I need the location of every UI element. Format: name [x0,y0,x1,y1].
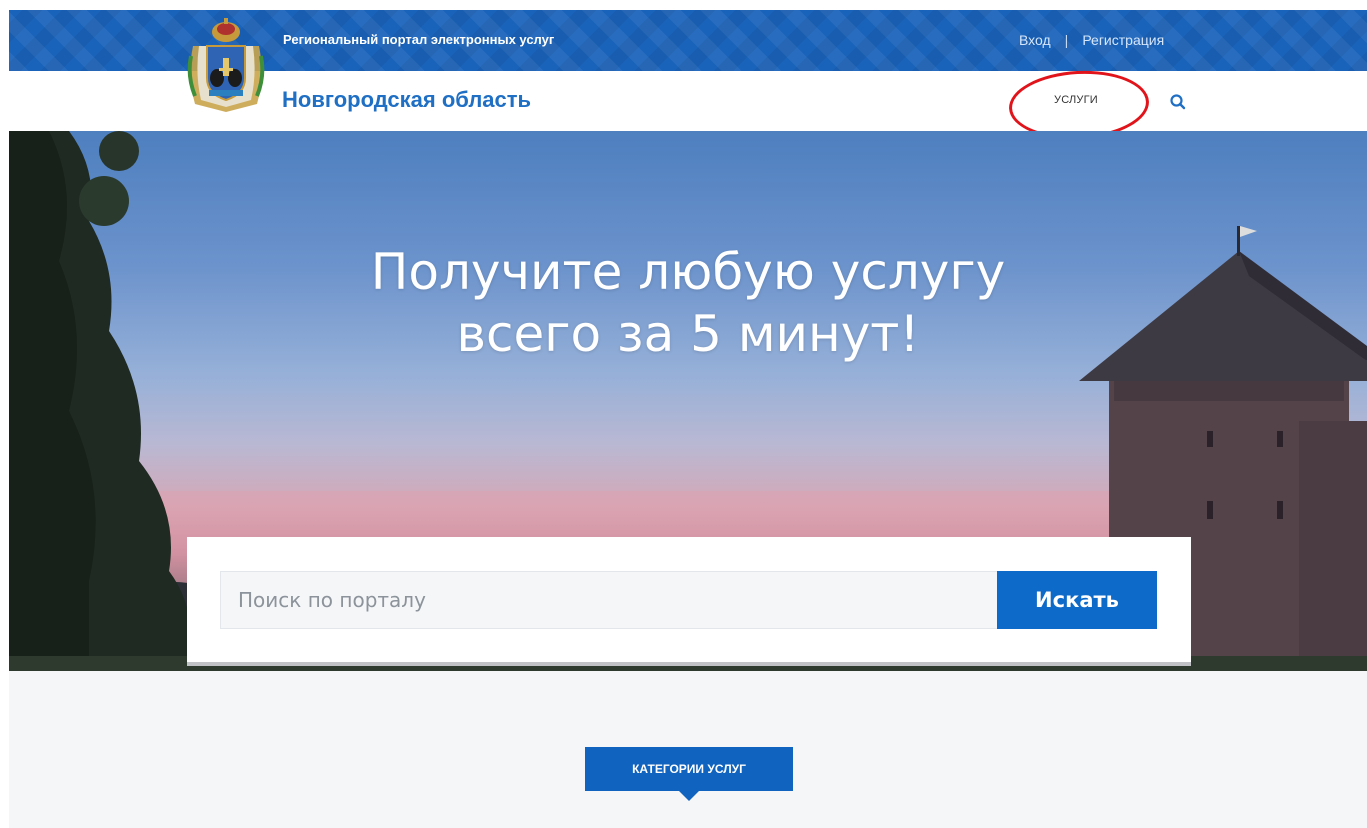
hero-banner: Получите любую услугу всего за 5 минут! … [9,131,1367,671]
hero-headline: Получите любую услугу всего за 5 минут! [9,241,1367,365]
portal-name: Региональный портал электронных услуг [283,32,555,47]
search-icon[interactable] [1169,93,1187,111]
coat-of-arms-logo[interactable] [185,16,267,114]
portal-search-input[interactable]: Поиск по порталу [220,571,998,629]
portal-page: Региональный портал электронных услуг Вх… [9,10,1367,828]
auth-separator: | [1064,32,1069,48]
login-link[interactable]: Вход [1019,32,1051,48]
search-panel: Поиск по порталу Искать [187,537,1191,662]
search-button[interactable]: Искать [997,571,1157,629]
nav-services-link[interactable]: УСЛУГИ [1054,94,1098,106]
hero-headline-line2: всего за 5 минут! [456,305,920,363]
service-categories-tab[interactable]: КАТЕГОРИИ УСЛУГ [585,747,793,801]
auth-links: Вход | Регистрация [1019,32,1164,48]
region-title[interactable]: Новгородская область [282,87,531,113]
register-link[interactable]: Регистрация [1082,32,1164,48]
hero-headline-line1: Получите любую услугу [370,243,1006,301]
